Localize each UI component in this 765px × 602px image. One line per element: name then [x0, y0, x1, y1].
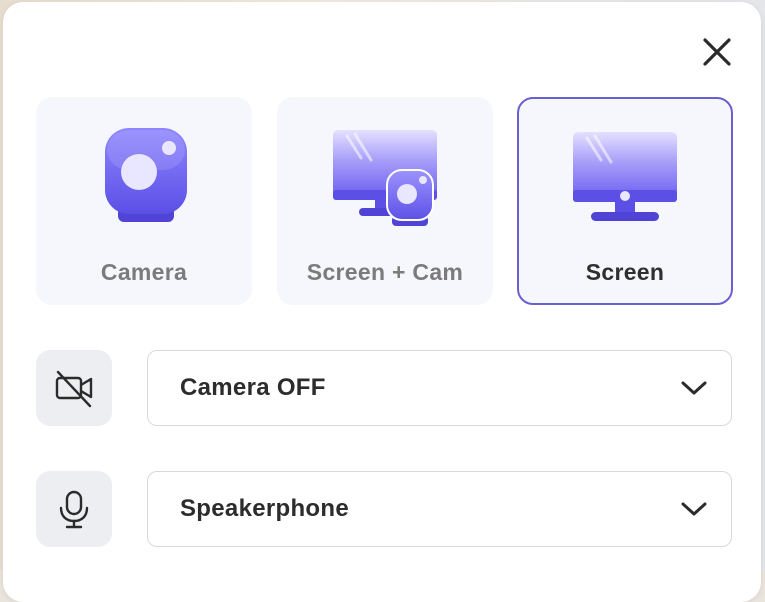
- mode-card-screen-cam[interactable]: Screen + Cam: [277, 97, 493, 305]
- camera-mode-icon: [105, 127, 187, 222]
- camera-row: Camera OFF: [36, 350, 733, 426]
- mode-label-camera: Camera: [100, 259, 188, 285]
- camera-select-value: Camera OFF: [180, 374, 326, 401]
- camera-off-icon: [55, 370, 93, 408]
- chevron-down-icon: [679, 496, 709, 522]
- screen-mode-icon: [573, 131, 677, 221]
- close-icon: [703, 38, 731, 66]
- mode-label-screen: Screen: [585, 259, 665, 285]
- recording-mode-selector: Camera Screen + Cam Screen: [36, 97, 733, 305]
- mode-label-screen-cam: Screen + Cam: [306, 259, 464, 285]
- camera-icon-tile[interactable]: [36, 350, 112, 426]
- screen-mode-illustration: [519, 121, 731, 236]
- camera-mode-illustration: [36, 119, 252, 234]
- microphone-select-value: Speakerphone: [180, 495, 349, 522]
- mode-card-screen[interactable]: Screen: [517, 97, 733, 305]
- mode-card-camera[interactable]: Camera: [36, 97, 252, 305]
- recording-settings-panel: Camera Screen + Cam Screen Camera OFF Sp…: [3, 2, 761, 602]
- screen-cam-mode-icon: [333, 129, 437, 226]
- screen-cam-mode-illustration: [277, 119, 493, 234]
- close-button[interactable]: [697, 32, 737, 72]
- microphone-icon: [59, 490, 89, 529]
- microphone-row: Speakerphone: [36, 471, 733, 547]
- microphone-icon-tile[interactable]: [36, 471, 112, 547]
- camera-select[interactable]: Camera OFF: [147, 350, 732, 426]
- microphone-select[interactable]: Speakerphone: [147, 471, 732, 547]
- chevron-down-icon: [679, 375, 709, 401]
